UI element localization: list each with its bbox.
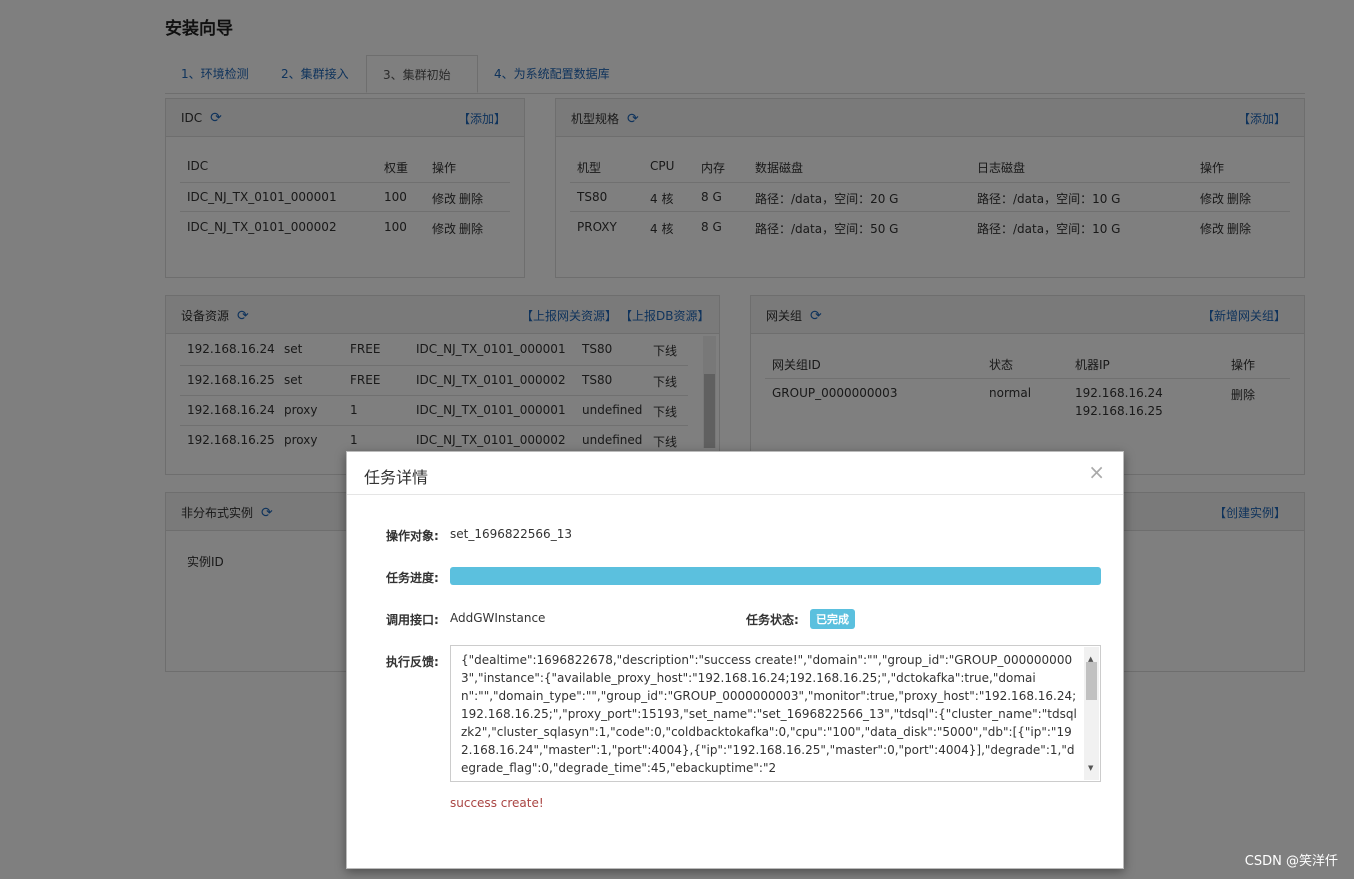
result-message: success create! bbox=[450, 796, 544, 810]
modal-title: 任务详情 bbox=[364, 468, 429, 487]
task-detail-modal: 任务详情 × 操作对象: set_1696822566_13 任务进度: 调用接… bbox=[346, 451, 1124, 869]
task-progress-bar bbox=[450, 567, 1101, 585]
api-label: 调用接口: bbox=[386, 613, 439, 627]
modal-header: 任务详情 × bbox=[347, 452, 1123, 495]
watermark: CSDN @笑洋仟 bbox=[1244, 854, 1338, 869]
scrollbar[interactable]: ▲ ▼ bbox=[1084, 647, 1099, 780]
close-icon[interactable]: × bbox=[1088, 460, 1105, 484]
target-value: set_1696822566_13 bbox=[450, 527, 572, 541]
status-label: 任务状态: bbox=[746, 613, 799, 627]
scroll-down-icon[interactable]: ▼ bbox=[1088, 759, 1093, 777]
progress-fill bbox=[450, 567, 1101, 585]
feedback-text: {"dealtime":1696822678,"description":"su… bbox=[461, 653, 1077, 775]
target-label: 操作对象: bbox=[386, 529, 439, 543]
progress-label: 任务进度: bbox=[386, 571, 439, 585]
scroll-thumb[interactable] bbox=[1086, 662, 1097, 700]
status-badge: 已完成 bbox=[810, 609, 855, 629]
feedback-label: 执行反馈: bbox=[386, 655, 439, 669]
api-value: AddGWInstance bbox=[450, 611, 546, 625]
feedback-textarea[interactable]: {"dealtime":1696822678,"description":"su… bbox=[450, 645, 1101, 782]
